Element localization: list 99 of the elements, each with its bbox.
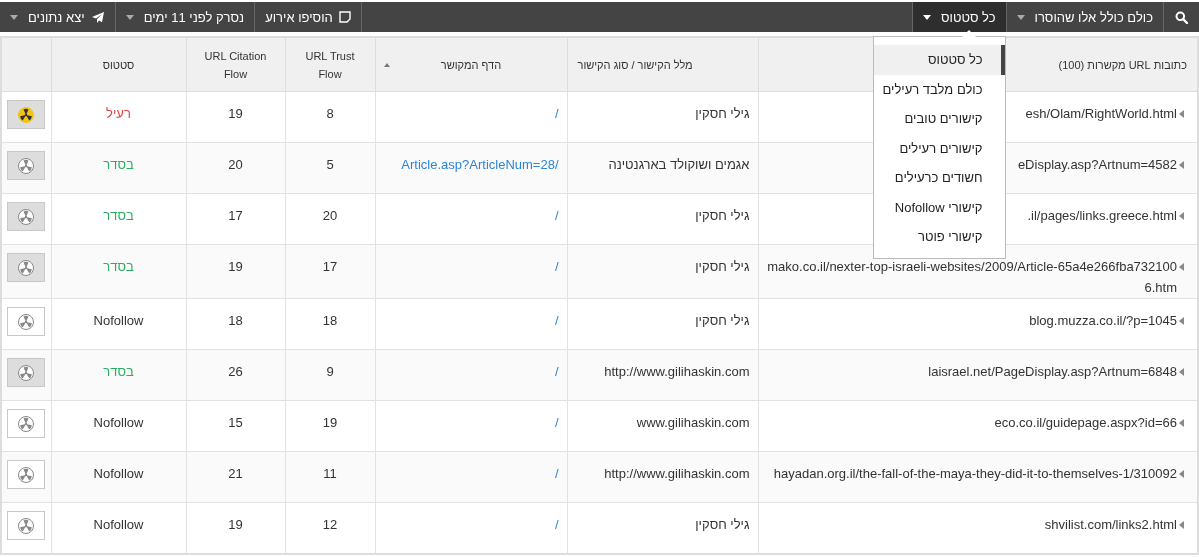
toxic-toggle-button[interactable] [6,100,45,129]
status-label: Nofollow [93,313,144,328]
column-header[interactable]: הדף המקושר [375,37,567,92]
trust-flow-value: 9 [326,364,334,379]
menu-item[interactable]: חשודים כרעילים [873,163,1005,193]
filter-dropdown[interactable]: כל סטטוס [912,2,1006,32]
menu-item[interactable]: קישורים טובים [873,104,1005,134]
citation-flow-value: 26 [228,364,243,379]
radiation-icon [17,259,34,276]
column-header[interactable]: URL Trust Flow [285,37,375,92]
anchor-text: גילי חסקין [695,208,750,223]
status-label: רעיל [106,106,131,121]
radiation-icon [17,364,34,381]
target-link[interactable]: / [554,310,559,331]
citation-flow-value: 18 [228,313,243,328]
trust-flow-value: 5 [326,157,334,172]
target-link[interactable]: / [554,463,559,484]
caret-icon [125,14,134,20]
citation-flow-value: 20 [228,157,243,172]
url-text: laisrael.net/PageDisplay.asp?Artnum=6848 [928,363,1177,381]
expand-arrow-icon[interactable] [1179,521,1184,529]
target-link[interactable]: / [554,514,559,535]
toxic-toggle-button[interactable] [6,202,45,231]
citation-flow-value: 19 [228,517,243,532]
caret-icon [10,14,18,20]
status-label: בסדר [103,364,134,379]
status-label: בסדר [103,208,134,223]
anchor-text: גילי חסקין [695,259,750,274]
expand-arrow-icon[interactable] [1179,317,1184,325]
anchor-text: www.gilihaskin.com [636,415,750,430]
paper-plane-icon [90,10,105,24]
anchor-text: http://www.gilihaskin.com [604,364,750,379]
menu-item[interactable]: קישורי Nofollow [873,192,1005,222]
expand-arrow-icon[interactable] [1179,419,1184,427]
expand-arrow-icon[interactable] [1179,110,1184,118]
citation-flow-value: 21 [228,466,243,481]
expand-arrow-icon[interactable] [1179,470,1184,478]
status-label: Nofollow [93,415,144,430]
url-text: shvilist.com/links2.html [1044,516,1177,534]
target-link[interactable]: / [554,103,559,124]
radiation-icon [17,106,34,123]
url-text: eco.co.il/guidepage.aspx?id=66 [994,414,1177,432]
note-icon [338,11,351,23]
anchor-text: גילי חסקין [695,106,750,121]
target-link[interactable]: / [554,361,559,382]
trust-flow-value: 17 [322,259,338,274]
radiation-icon [17,466,34,483]
toxic-toggle-button[interactable] [6,511,45,540]
search-icon [1175,10,1188,24]
trust-flow-value: 12 [322,517,338,532]
trust-flow-value: 20 [322,208,338,223]
anchor-text: http://www.gilihaskin.com [604,466,750,481]
caret-icon [923,14,932,20]
radiation-icon [17,208,34,225]
anchor-text: גילי חסקין [695,517,750,532]
trust-flow-value: 19 [322,415,338,430]
menu-item[interactable]: כל סטטוס [873,45,1005,75]
url-text: eDisplay.asp?Artnum=4582 [1017,156,1177,174]
citation-flow-value: 19 [228,106,243,121]
radiation-icon [17,415,34,432]
status-label: Nofollow [93,517,144,532]
url-text: blog.muzza.co.il/?p=1045 [1029,312,1177,330]
anchor-text: גילי חסקין [695,313,750,328]
target-link[interactable]: / [554,412,559,433]
status-label: בסדר [103,259,134,274]
target-link[interactable]: / [554,256,559,277]
toxic-toggle-button[interactable] [6,307,45,336]
trust-flow-value: 18 [322,313,338,328]
citation-flow-value: 17 [228,208,243,223]
toxic-toggle-button[interactable] [6,358,45,387]
citation-flow-value: 19 [228,259,243,274]
column-header[interactable]: URL Citation Flow [186,37,285,92]
trust-flow-value: 8 [326,106,334,121]
expand-arrow-icon[interactable] [1179,161,1184,169]
menu-item[interactable]: קישורים רעילים [873,133,1005,163]
url-text: .il/pages/links.greece.html [1027,207,1177,225]
expand-arrow-icon[interactable] [1179,263,1184,271]
toxic-toggle-button[interactable] [6,151,45,180]
trust-flow-value: 11 [323,466,337,481]
toxic-toggle-button[interactable] [6,460,45,489]
radiation-icon [17,313,34,330]
url-text: mako.co.il/nexter-top-israeli-websites/2009/Article-65a4e266fba7321006.htm [766,258,1177,297]
radiation-icon [17,157,34,174]
status-label: בסדר [103,157,134,172]
caret-icon [1016,14,1025,20]
expand-arrow-icon[interactable] [1179,212,1184,220]
url-text: esh/Olam/RightWorld.html [1025,105,1177,123]
anchor-text: אגמים ושוקולד בארגנטינה [608,157,750,172]
column-header[interactable]: סטטוס [51,37,186,92]
radiation-icon [17,517,34,534]
citation-flow-value: 15 [228,415,243,430]
target-link[interactable]: / [554,205,559,226]
toxic-toggle-button[interactable] [6,253,45,282]
menu-item[interactable]: קישורי פוטר [873,222,1005,252]
column-header[interactable]: מלל הקישור / סוג הקישור [567,37,758,92]
expand-arrow-icon[interactable] [1179,368,1184,376]
toxic-toggle-button[interactable] [6,409,45,438]
url-text: hayadan.org.il/the-fall-of-the-maya-they-did-it-to-themselves-1/310092 [773,465,1177,483]
status-label: Nofollow [93,466,144,481]
